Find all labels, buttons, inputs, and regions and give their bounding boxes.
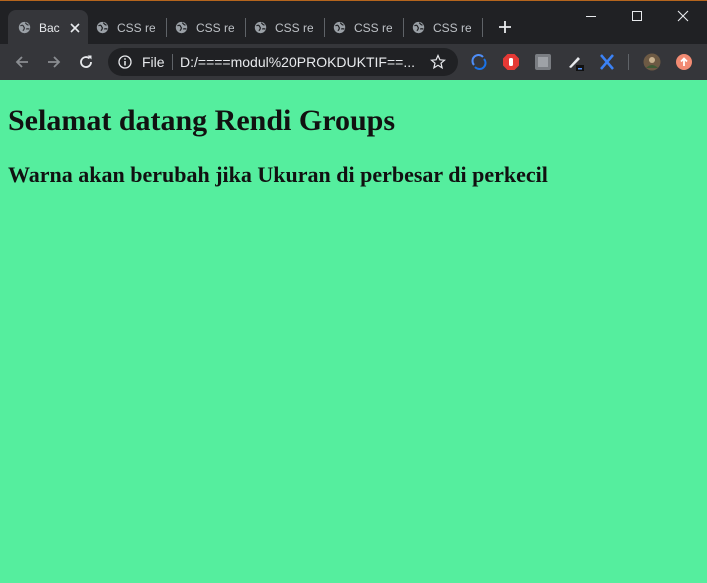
profile-avatar-icon[interactable] <box>643 53 661 71</box>
globe-icon <box>18 21 31 34</box>
tab-css-1[interactable]: CSS res <box>86 10 166 45</box>
address-bar[interactable]: File D:/====modul%20PROKDUKTIF==... <box>108 48 458 76</box>
tab-title: CSS res <box>433 20 471 35</box>
tab-active[interactable]: Bac <box>8 10 88 45</box>
extension-adblock-icon[interactable] <box>502 53 520 71</box>
extension-sync-icon[interactable] <box>470 53 488 71</box>
tab-css-4[interactable]: CSS res <box>323 10 403 45</box>
close-icon <box>677 10 689 22</box>
page-heading: Selamat datang Rendi Groups <box>8 104 396 137</box>
close-tab-icon[interactable] <box>68 21 82 35</box>
reload-button[interactable] <box>75 51 97 73</box>
extension-square-icon[interactable] <box>534 53 552 71</box>
tab-css-3[interactable]: CSS res <box>244 10 324 45</box>
tab-title: CSS res <box>354 20 392 35</box>
tab-title: Bac <box>39 20 60 35</box>
tab-title: CSS res <box>117 20 155 35</box>
browser-toolbar: File D:/====modul%20PROKDUKTIF==... <box>0 44 707 80</box>
maximize-icon <box>632 11 642 21</box>
omnibox-divider <box>172 54 173 70</box>
tab-strip: Bac CSS res CSS res <box>0 1 707 45</box>
page-viewport: Selamat datang Rendi Groups Warna akan b… <box>0 80 707 583</box>
url-text[interactable]: D:/====modul%20PROKDUKTIF==... <box>180 54 425 70</box>
globe-icon <box>254 21 267 34</box>
tab-title: CSS res <box>196 20 234 35</box>
globe-icon <box>175 21 188 34</box>
tab-separator <box>482 18 483 37</box>
new-tab-plus-icon[interactable] <box>496 18 514 36</box>
forward-button[interactable] <box>43 51 65 73</box>
minimize-icon <box>586 16 596 17</box>
globe-icon <box>412 21 425 34</box>
minimize-button[interactable] <box>568 1 614 31</box>
globe-icon <box>333 21 346 34</box>
tab-css-5[interactable]: CSS res <box>402 10 482 45</box>
toolbar-divider <box>628 54 629 70</box>
tab-css-2[interactable]: CSS res <box>165 10 245 45</box>
extension-x-icon[interactable] <box>598 53 616 71</box>
arrow-left-icon <box>15 56 28 68</box>
reload-icon <box>80 55 92 68</box>
scheme-label: File <box>142 54 165 70</box>
info-icon[interactable] <box>118 55 132 69</box>
update-icon[interactable] <box>675 53 693 71</box>
extension-pen-icon[interactable] <box>566 53 584 71</box>
page-subheading: Warna akan berubah jika Ukuran di perbes… <box>8 162 548 187</box>
tab-title: CSS res <box>275 20 313 35</box>
back-button[interactable] <box>11 51 33 73</box>
browser-window: Bac CSS res CSS res <box>0 0 707 583</box>
bookmark-star-icon[interactable] <box>430 54 446 70</box>
arrow-right-icon <box>48 56 61 68</box>
close-window-button[interactable] <box>660 1 706 31</box>
maximize-button[interactable] <box>614 1 660 31</box>
globe-icon <box>96 21 109 34</box>
